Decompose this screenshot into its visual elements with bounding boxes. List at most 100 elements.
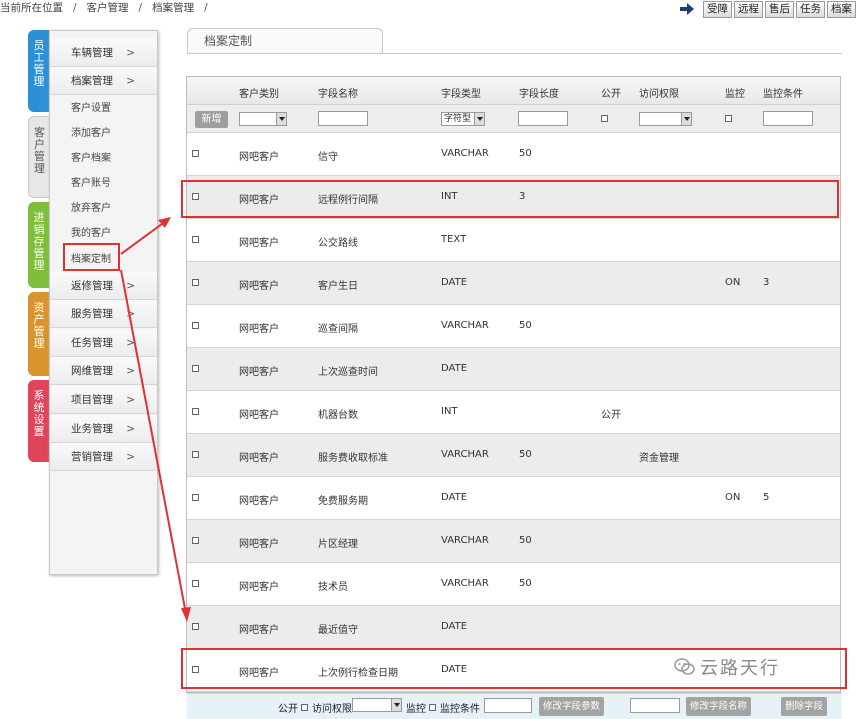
table-row[interactable]: 网吧客户 信守 VARCHAR 50: [187, 133, 840, 176]
cell-public: 公开: [601, 410, 621, 421]
footer-access-select[interactable]: [352, 698, 402, 712]
delete-field-button[interactable]: 删除字段: [781, 697, 828, 716]
cell-field-length: 50: [519, 578, 532, 589]
toolbar-button-remote[interactable]: 远程: [734, 0, 763, 18]
category-select[interactable]: [239, 112, 287, 126]
sidebar-menu: 车辆管理 > 档案管理 > 客户设置 添加客户 客户档案 客户账号 放弃客户 我的客…: [49, 30, 158, 575]
field-type-select[interactable]: 字符型: [441, 112, 485, 126]
menu-item-business[interactable]: 业务管理 >: [50, 415, 157, 443]
row-checkbox[interactable]: [192, 408, 199, 415]
menu-item-netmaint[interactable]: 网维管理 >: [50, 357, 157, 385]
chevron-right-icon: >: [126, 451, 135, 463]
cell-field-type: INT: [441, 406, 458, 417]
watermark-text: 云路天行: [700, 658, 780, 679]
add-button[interactable]: 新增: [195, 111, 228, 128]
toolbar-button-archive[interactable]: 档案: [827, 0, 856, 18]
cell-category: 网吧客户: [239, 582, 279, 593]
public-checkbox[interactable]: [601, 115, 608, 122]
breadcrumb-item[interactable]: 客户管理: [87, 2, 129, 14]
forward-arrow-icon[interactable]: [679, 2, 695, 16]
field-length-input[interactable]: [518, 111, 568, 126]
breadcrumb-item[interactable]: 档案管理: [152, 2, 194, 14]
vtab-customer[interactable]: 客户管理: [28, 116, 50, 198]
chevron-down-icon: [681, 113, 691, 125]
submenu-item-customer-records[interactable]: 客户档案: [71, 152, 111, 166]
table-row[interactable]: 网吧客户 最近值守 DATE: [187, 606, 840, 649]
table-row[interactable]: 网吧客户 免费服务期 DATE ON 5: [187, 477, 840, 520]
monitor-checkbox[interactable]: [725, 115, 732, 122]
cell-category: 网吧客户: [239, 410, 279, 421]
header-category: 客户类别: [239, 89, 279, 100]
row-checkbox[interactable]: [192, 365, 199, 372]
submenu-item-add-customer[interactable]: 添加客户: [71, 127, 111, 141]
panel-tab-archive-custom[interactable]: 档案定制: [187, 28, 383, 54]
table-row[interactable]: 网吧客户 服务费收取标准 VARCHAR 50 资金管理: [187, 434, 840, 477]
condition-input[interactable]: [763, 111, 813, 126]
access-select[interactable]: [639, 112, 692, 126]
cell-field-name: 客户生日: [318, 281, 358, 292]
cell-field-type: VARCHAR: [441, 535, 489, 546]
toolbar-button-task[interactable]: 任务: [796, 0, 825, 18]
header-condition: 监控条件: [763, 89, 803, 100]
table-row[interactable]: 网吧客户 客户生日 DATE ON 3: [187, 262, 840, 305]
footer-monitor-checkbox[interactable]: [429, 704, 436, 711]
menu-item-label: 服务管理: [71, 308, 113, 320]
chevron-down-icon: [276, 113, 286, 125]
field-table: 客户类别 字段名称 字段类型 字段长度 公开 访问权限 监控 监控条件 新增 字…: [186, 76, 841, 693]
modify-field-name-button[interactable]: 修改字段名称: [686, 697, 752, 716]
row-checkbox[interactable]: [192, 236, 199, 243]
menu-item-task[interactable]: 任务管理 >: [50, 329, 157, 357]
cell-field-length: 50: [519, 535, 532, 546]
menu-item-service[interactable]: 服务管理 >: [50, 300, 157, 328]
table-row[interactable]: 网吧客户 机器台数 INT 公开: [187, 391, 840, 434]
cell-field-type: DATE: [441, 363, 468, 374]
footer-name-input[interactable]: [630, 698, 680, 713]
cell-condition: 5: [763, 492, 770, 503]
breadcrumb-item: 当前所在位置: [0, 2, 63, 14]
table-row[interactable]: 网吧客户 巡查间隔 VARCHAR 50: [187, 305, 840, 348]
chevron-right-icon: >: [126, 394, 135, 406]
submenu-item-abandon-customer[interactable]: 放弃客户: [71, 202, 111, 216]
table-row[interactable]: 网吧客户 片区经理 VARCHAR 50: [187, 520, 840, 563]
field-name-input[interactable]: [318, 111, 368, 126]
menu-item-marketing[interactable]: 营销管理 >: [50, 443, 157, 471]
vtab-inventory[interactable]: 进销存管理: [28, 202, 50, 288]
cell-category: 网吧客户: [239, 324, 279, 335]
toolbar-button-aftersale[interactable]: 售后: [765, 0, 794, 18]
toolbar-button-fault[interactable]: 受障: [703, 0, 732, 18]
modify-field-params-button[interactable]: 修改字段参数: [539, 697, 605, 716]
menu-item-project[interactable]: 项目管理 >: [50, 386, 157, 414]
cell-field-name: 公交路线: [318, 238, 358, 249]
row-checkbox[interactable]: [192, 451, 199, 458]
footer-public-checkbox[interactable]: [301, 704, 308, 711]
table-row[interactable]: 网吧客户 技术员 VARCHAR 50: [187, 563, 840, 606]
footer-condition-input[interactable]: [484, 698, 532, 713]
top-toolbar: 受障 远程 售后 任务 档案: [679, 0, 856, 18]
menu-item-vehicle[interactable]: 车辆管理 >: [50, 39, 157, 67]
header-field-length: 字段长度: [519, 89, 559, 100]
submenu-item-customer-settings[interactable]: 客户设置: [71, 102, 111, 116]
menu-item-archive[interactable]: 档案管理 >: [50, 67, 157, 95]
menu-item-label: 车辆管理: [71, 47, 113, 59]
row-checkbox[interactable]: [192, 150, 199, 157]
chevron-right-icon: >: [126, 308, 135, 320]
menu-item-repair[interactable]: 返修管理 >: [50, 272, 157, 300]
vtab-staff[interactable]: 员工管理: [28, 30, 50, 112]
cell-monitor: ON: [725, 277, 741, 288]
cell-field-type: VARCHAR: [441, 449, 489, 460]
table-row[interactable]: 网吧客户 公交路线 TEXT: [187, 219, 840, 262]
table-row[interactable]: 网吧客户 上次巡查时间 DATE: [187, 348, 840, 391]
submenu-item-my-customers[interactable]: 我的客户: [71, 227, 111, 241]
row-checkbox[interactable]: [192, 279, 199, 286]
cell-field-type: VARCHAR: [441, 578, 489, 589]
row-checkbox[interactable]: [192, 580, 199, 587]
row-checkbox[interactable]: [192, 537, 199, 544]
row-checkbox[interactable]: [192, 494, 199, 501]
row-checkbox[interactable]: [192, 623, 199, 630]
vtab-system[interactable]: 系统设置: [28, 380, 50, 462]
row-checkbox[interactable]: [192, 322, 199, 329]
submenu-item-customer-account[interactable]: 客户账号: [71, 177, 111, 191]
cell-field-name: 技术员: [318, 582, 348, 593]
cell-field-length: 50: [519, 320, 532, 331]
vtab-assets[interactable]: 资产管理: [28, 292, 50, 376]
